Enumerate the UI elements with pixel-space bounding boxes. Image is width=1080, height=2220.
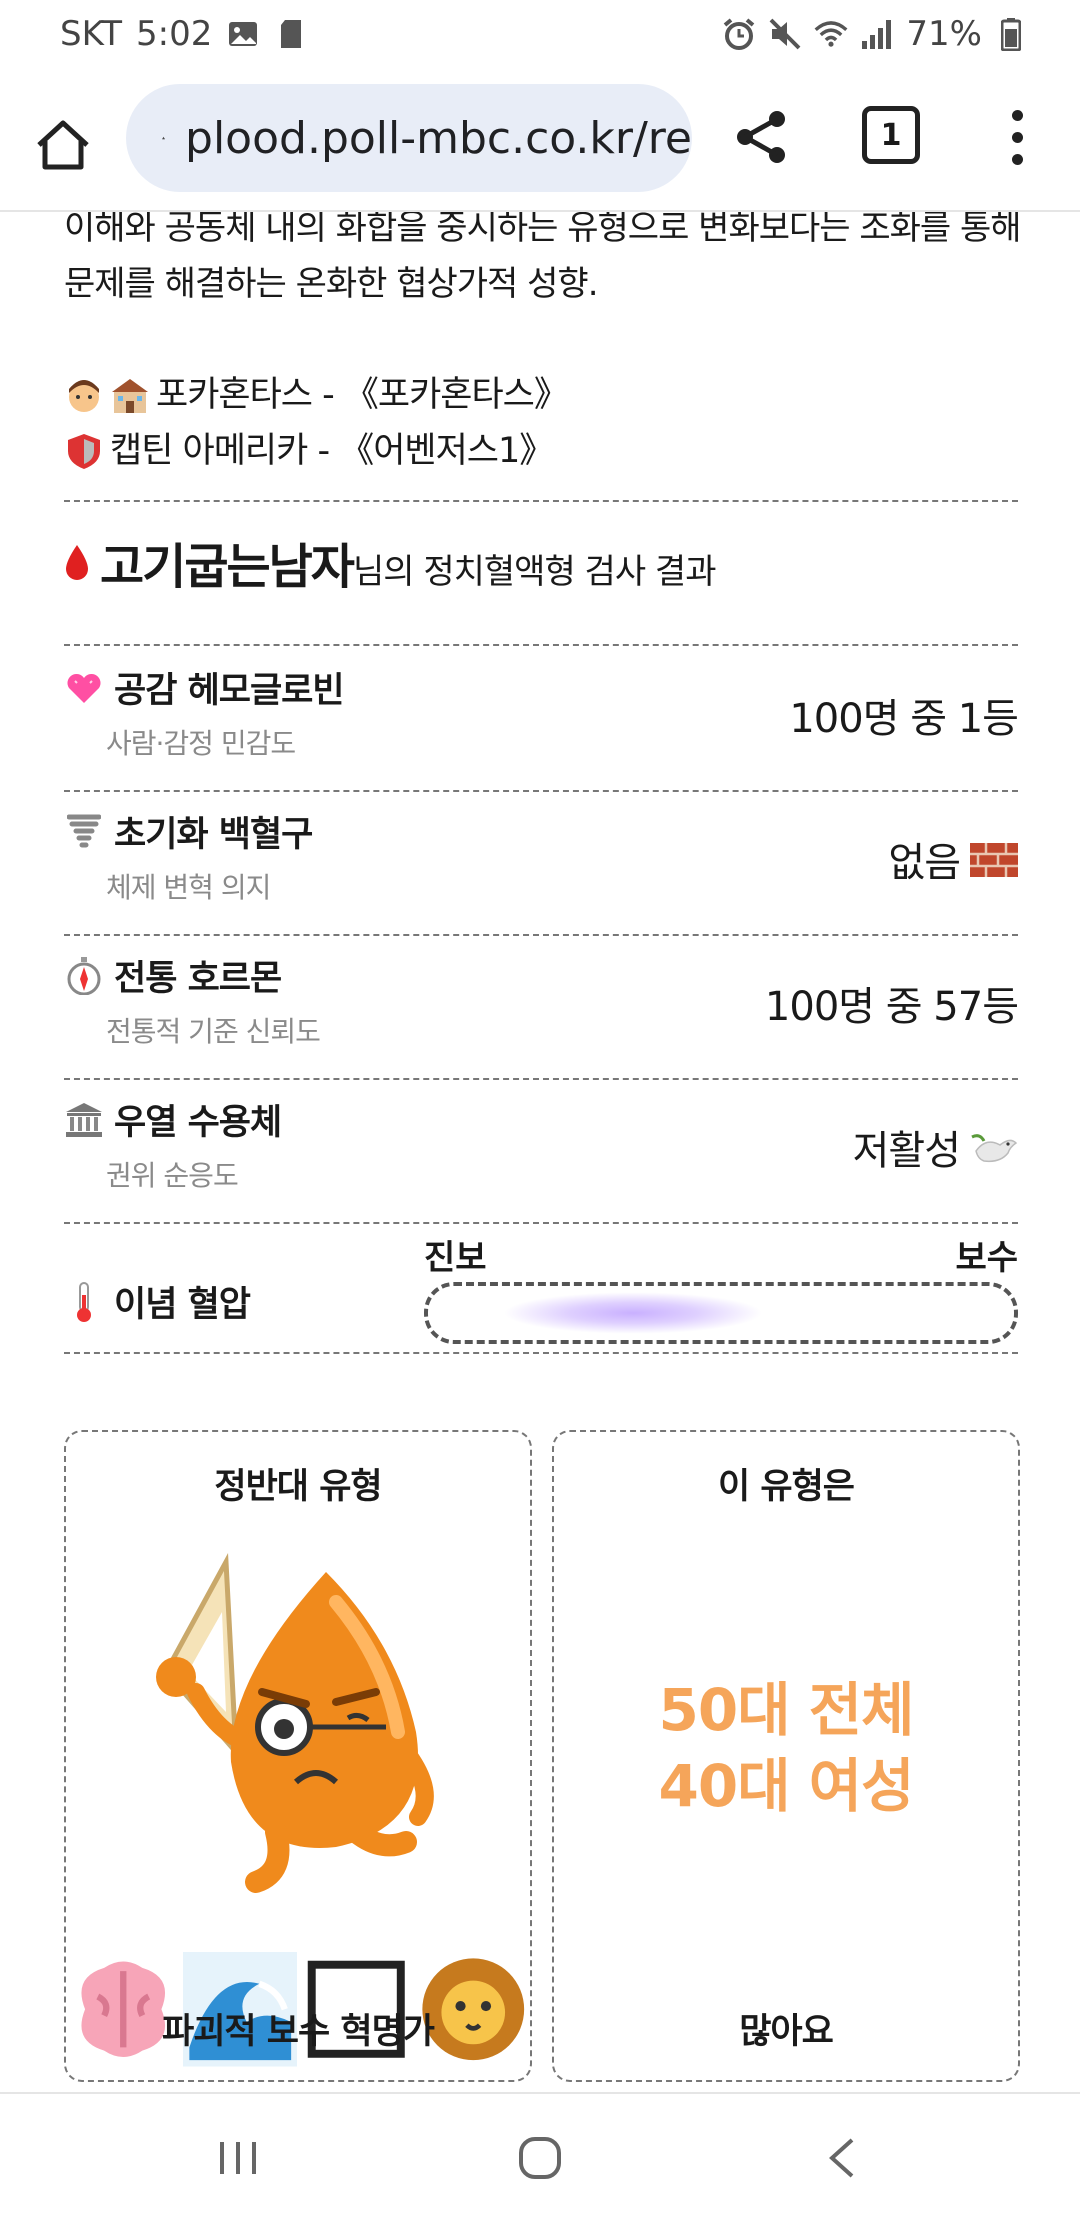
result-page: 이해와 공동체 내의 화합을 중시하는 유형으로 변화보다는 조화를 통해 문제… xyxy=(0,212,1080,2092)
home-circle-icon xyxy=(519,2137,561,2179)
classical-building-icon xyxy=(64,1100,104,1140)
dot-icon xyxy=(1011,109,1023,121)
metric-label: 우열 수용체 xyxy=(114,1103,282,1143)
metric-value-text: 100명 중 1등 xyxy=(789,696,1019,742)
carrier-label: SKT xyxy=(60,14,123,54)
metric-value-text: 저활성 xyxy=(852,1128,961,1174)
back-button[interactable] xyxy=(812,2128,872,2188)
dot-icon xyxy=(1011,131,1023,143)
metric-sub: 체제 변혁 의지 xyxy=(106,871,271,904)
shield-icon xyxy=(68,434,100,469)
metric-value: 저활성 xyxy=(853,1118,1018,1176)
example-item: 포카혼타스 - 《포카혼타스》 xyxy=(64,367,1024,423)
system-nav-bar xyxy=(0,2092,1080,2220)
boy-icon xyxy=(69,380,99,412)
metric-label: 초기화 백혈구 xyxy=(114,815,313,855)
recents-icon xyxy=(220,2142,256,2174)
result-suffix: 님의 정치혈액형 검사 결과 xyxy=(352,552,717,592)
sd-card-icon xyxy=(274,17,308,51)
share-icon xyxy=(737,111,785,163)
metric-row: 초기화 백혈구 체제 변혁 의지 없음 xyxy=(64,792,1018,932)
metric-value: 100명 중 57등 xyxy=(764,974,1019,1032)
dove-icon xyxy=(971,1134,1018,1163)
alarm-icon xyxy=(722,17,756,51)
dot-icon xyxy=(1011,153,1023,165)
address-bar[interactable]: plood.poll-mbc.co.kr/re xyxy=(126,84,692,192)
metric-label: 전통 호르몬 xyxy=(114,959,282,999)
type-description: 이해와 공동체 내의 화합을 중시하는 유형으로 변화보다는 조화를 통해 문제… xyxy=(64,212,1022,304)
home-nav-button[interactable] xyxy=(510,2128,570,2188)
wifi-icon xyxy=(814,17,848,51)
demographic-groups: 50대 전체 40대 여성 xyxy=(554,1672,1018,1824)
signal-icon xyxy=(860,17,894,51)
user-name: 고기굽는남자 xyxy=(100,539,355,595)
divider xyxy=(64,1352,1018,1354)
ideology-marker xyxy=(503,1292,764,1334)
home-button[interactable] xyxy=(30,112,96,178)
ideology-meter: 이념 혈압 진보 보수 xyxy=(64,1224,1018,1344)
heart-icon xyxy=(64,668,104,708)
demographic-card: 이 유형은 50대 전체 40대 여성 많아요 xyxy=(552,1430,1020,2082)
back-icon xyxy=(829,2138,854,2178)
card-title: 정반대 유형 xyxy=(214,1467,382,1507)
gallery-icon xyxy=(226,17,260,51)
metric-row: 전통 호르몬 전통적 기준 신뢰도 100명 중 57등 xyxy=(64,936,1019,1076)
time-label: 5:02 xyxy=(136,14,213,54)
opposite-type-name: 파괴적 보수 혁명가 xyxy=(162,2012,435,2052)
tornado-icon xyxy=(64,812,104,852)
demographic-footer: 많아요 xyxy=(739,2012,834,2052)
recent-apps-button[interactable] xyxy=(208,2128,268,2188)
mute-icon xyxy=(768,17,802,51)
metric-value: 100명 중 1등 xyxy=(789,686,1019,744)
compass-icon xyxy=(64,956,104,996)
example-characters: 포카혼타스 - 《포카혼타스》 캡틴 아메리카 - 《어벤저스1》 xyxy=(64,367,1024,479)
blood-drop-mascot-icon xyxy=(156,1553,434,1893)
tab-count: 1 xyxy=(880,117,902,153)
ideology-bar xyxy=(424,1282,1018,1344)
demographic-line: 40대 여성 xyxy=(658,1752,915,1820)
battery-percent: 71% xyxy=(906,14,982,54)
metric-value-text: 100명 중 57등 xyxy=(764,984,1019,1030)
browser-toolbar: plood.poll-mbc.co.kr/re 1 xyxy=(0,68,1080,212)
ideology-label: 이념 혈압 xyxy=(114,1285,251,1325)
progressive-label: 진보 xyxy=(424,1238,487,1278)
metric-sub: 권위 순응도 xyxy=(106,1159,239,1192)
metric-row: 공감 헤모글로빈 사람·감정 민감도 100명 중 1등 xyxy=(64,648,1019,788)
divider xyxy=(64,500,1018,502)
metric-label: 공감 헤모글로빈 xyxy=(114,671,345,711)
status-bar: SKT 5:02 71% xyxy=(0,0,1080,68)
metric-value-text: 없음 xyxy=(888,840,961,886)
conservative-label: 보수 xyxy=(955,1238,1018,1278)
brick-icon xyxy=(970,843,1018,877)
example-item: 캡틴 아메리카 - 《어벤저스1》 xyxy=(64,423,1024,479)
battery-icon xyxy=(994,17,1028,51)
school-icon xyxy=(112,379,148,413)
example-text: 포카혼타스 - 《포카혼타스》 xyxy=(156,375,569,415)
metric-sub: 사람·감정 민감도 xyxy=(106,727,296,760)
thermometer-icon xyxy=(64,1281,104,1322)
opposite-type-card[interactable]: 정반대 유형 파괴적 보수 혁명가 xyxy=(64,1430,532,2082)
overflow-menu-button[interactable] xyxy=(992,104,1042,170)
metric-sub: 전통적 기준 신뢰도 xyxy=(106,1015,321,1048)
metric-value: 없음 xyxy=(888,830,1018,888)
metric-row: 우열 수용체 권위 순응도 저활성 xyxy=(64,1080,1018,1220)
demographic-line: 50대 전체 xyxy=(658,1676,915,1744)
example-text: 캡틴 아메리카 - 《어벤저스1》 xyxy=(110,431,554,471)
card-title: 이 유형은 xyxy=(718,1467,855,1507)
home-icon xyxy=(37,120,89,170)
share-button[interactable] xyxy=(728,104,794,170)
url-text: plood.poll-mbc.co.kr/re xyxy=(185,112,692,164)
blood-drop-icon xyxy=(66,545,88,580)
warning-icon xyxy=(162,136,165,140)
result-title: 고기굽는남자 님의 정치혈액형 검사 결과 xyxy=(64,527,717,597)
tab-switcher-button[interactable]: 1 xyxy=(862,106,920,164)
divider xyxy=(64,644,1018,646)
